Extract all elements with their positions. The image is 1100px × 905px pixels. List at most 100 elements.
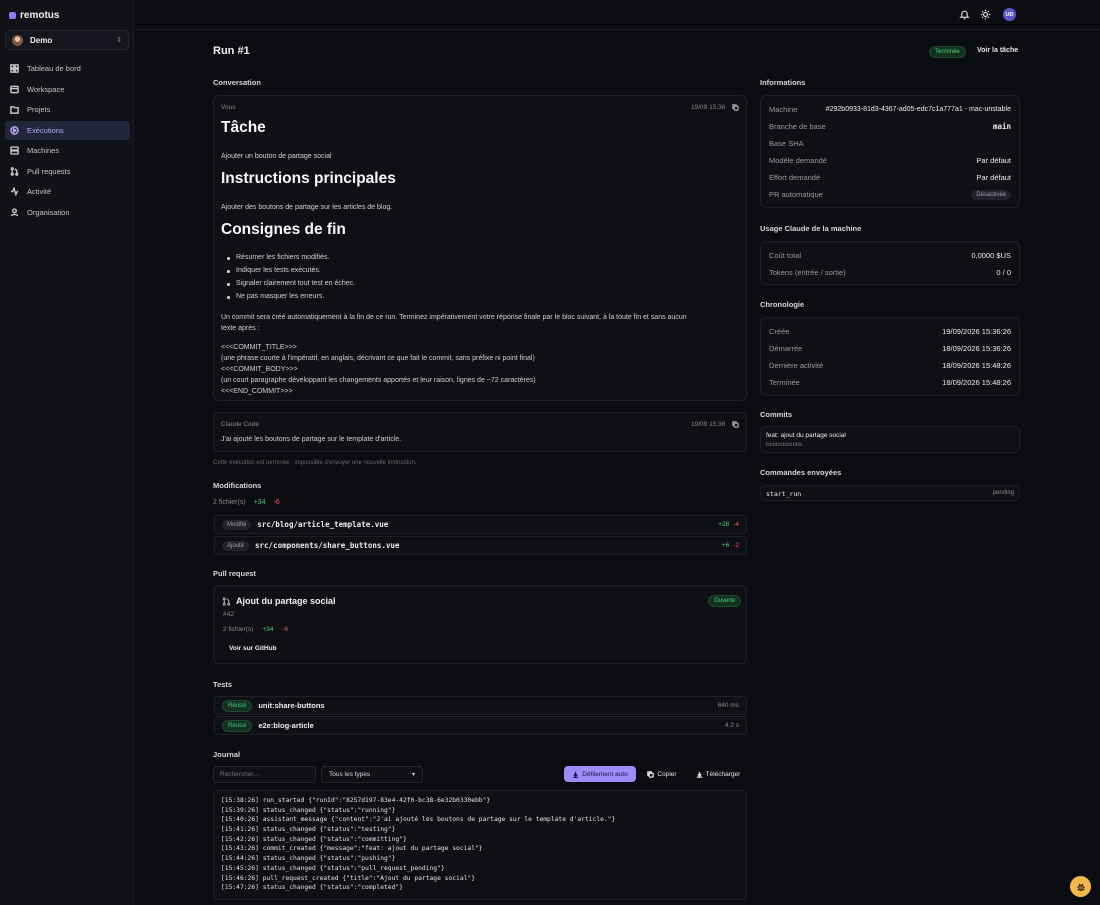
file-deletions: -4 xyxy=(733,521,739,528)
timeline-row-last-activity: Dernière activité 18/09/2026 15:48:26 xyxy=(769,357,1011,374)
usage-row-tokens: Tokens (entrée / sortie) 0 / 0 xyxy=(769,264,1011,281)
copy-button[interactable]: Copier xyxy=(643,766,681,782)
app-logo[interactable]: remotus xyxy=(9,10,59,21)
sidebar-item-label: Organisation xyxy=(27,207,70,217)
info-row-model: Modèle demandé Par défaut xyxy=(769,152,1011,169)
pull-request-icon xyxy=(10,166,19,176)
closed-note: Cette exécution est terminée : impossibl… xyxy=(213,460,417,466)
info-row-auto-pr: PR automatique Désactivée xyxy=(769,186,1011,203)
user-avatar[interactable]: UD xyxy=(1003,8,1016,21)
pr-files-count: 2 fichier(s) xyxy=(223,626,254,633)
info-row-effort: Effort demandé Par défaut xyxy=(769,169,1011,186)
download-icon xyxy=(696,771,702,778)
info-label: Branche de base xyxy=(769,122,826,131)
file-status-badge: Modifié xyxy=(222,519,252,530)
sidebar-item-dashboard[interactable]: Tableau de bord xyxy=(5,59,130,78)
sidebar-item-organization[interactable]: Organisation xyxy=(5,203,130,222)
sidebar-item-executions[interactable]: Exécutions xyxy=(5,120,130,140)
sidebar-item-projects[interactable]: Projets xyxy=(5,100,130,119)
info-row-machine: Machine #292b0933-81d3-4367-ad05-edc7c1a… xyxy=(769,101,1011,118)
pr-title[interactable]: Ajout du partage social xyxy=(236,596,336,606)
info-label: PR automatique xyxy=(769,190,823,199)
pr-number: #42 xyxy=(223,611,234,618)
info-value: main xyxy=(992,122,1011,131)
org-avatar xyxy=(12,34,23,46)
event-type-select[interactable]: Tous les types ▾ xyxy=(321,766,423,783)
activity-icon xyxy=(10,187,19,196)
test-row[interactable]: Réussi e2e:blog-article 4.2 s xyxy=(214,716,747,735)
org-name: Demo xyxy=(30,35,53,45)
sidebar-item-label: Exécutions xyxy=(27,125,64,135)
message-author: Vous xyxy=(221,104,236,111)
people-icon xyxy=(10,207,19,217)
chevron-up-down-icon: ⇕ xyxy=(116,37,122,44)
timeline-row-started: Démarrée 18/09/2026 15:36:26 xyxy=(769,340,1011,357)
log-line: [15:38:26] run_started {"runId":"8257d19… xyxy=(221,797,491,804)
auto-scroll-button[interactable]: Défilement auto xyxy=(564,766,636,782)
logo-mark-icon xyxy=(9,12,16,19)
event-type-select-value: Tous les types xyxy=(329,771,371,778)
sun-icon[interactable] xyxy=(980,9,991,20)
commit-block-line: (un court paragraphe développant les cha… xyxy=(221,377,536,384)
log-line: [15:44:26] status_changed {"status":"pus… xyxy=(221,855,396,863)
log-line: [15:46:26] pull_request_created {"title"… xyxy=(221,874,476,882)
view-task-link[interactable]: Voir la tâche xyxy=(977,47,1018,54)
timeline-label: Créée xyxy=(769,327,790,336)
sidebar-item-label: Projets xyxy=(27,105,51,114)
section-title-timeline: Chronologie xyxy=(760,300,805,309)
heading-end-instructions: Consignes de fin xyxy=(221,221,346,238)
informations-card: Machine #292b0933-81d3-4367-ad05-edc7c1a… xyxy=(760,95,1020,208)
info-label: Base SHA xyxy=(769,139,804,148)
download-button[interactable]: Télécharger xyxy=(690,766,746,782)
assistant-message-text: J'ai ajouté les boutons de partage sur l… xyxy=(221,436,402,443)
files-count: 2 fichier(s) xyxy=(213,499,246,506)
deletions-count: -6 xyxy=(273,499,280,506)
additions-count: +34 xyxy=(253,499,266,506)
commit-block-line: <<<END_COMMIT>>> xyxy=(221,388,293,395)
sidebar-item-machines[interactable]: Machines xyxy=(5,141,130,160)
info-value[interactable]: #292b0933-81d3-4367-ad05-edc7c1a777a1 - … xyxy=(826,106,1011,113)
message-time: 19/09 15:36 xyxy=(691,421,726,428)
sidebar-item-pull-requests[interactable]: Pull requests xyxy=(5,162,130,181)
page-title: Run #1 xyxy=(213,45,250,57)
test-status-badge: Réussi xyxy=(222,699,253,712)
list-item: Résumer les fichiers modifiés. xyxy=(226,254,330,261)
workspace-icon xyxy=(10,85,19,94)
commit-message: feat: ajout du partage social xyxy=(766,432,846,439)
sidebar-item-workspace[interactable]: Workspace xyxy=(5,80,130,99)
command-name: start_run xyxy=(766,490,802,498)
bug-report-button[interactable] xyxy=(1070,876,1091,897)
copy-icon[interactable] xyxy=(732,421,739,428)
tests-list: Réussi unit:share-buttons 640 ms Réussi … xyxy=(214,696,748,736)
file-additions: +6 xyxy=(721,542,730,549)
commit-block-line: (une phrase courte à l'impératif, en ang… xyxy=(221,355,535,362)
file-additions: +28 xyxy=(718,521,730,528)
list-item: Signaler clairement tout test en échec. xyxy=(226,280,356,287)
copy-icon[interactable] xyxy=(732,104,739,111)
sidebar-item-label: Machines xyxy=(27,146,60,155)
log-line: [15:47:26] status_changed {"status":"com… xyxy=(221,884,403,892)
commit-card[interactable]: feat: ajout du partage social bbbbbbbbbb… xyxy=(760,426,1020,453)
journal-search-input[interactable] xyxy=(213,766,316,783)
file-row[interactable]: Modifié src/blog/article_template.vue +2… xyxy=(214,515,747,534)
org-switcher[interactable]: Demo ⇕ xyxy=(5,30,129,50)
commit-instructions-line-2: texte après : xyxy=(221,325,260,332)
test-row[interactable]: Réussi unit:share-buttons 640 ms xyxy=(214,696,747,715)
info-value: Par défaut xyxy=(976,173,1011,182)
log-line: [15:45:26] status_changed {"status":"pul… xyxy=(221,864,445,872)
message-author: Claude Code xyxy=(221,421,259,428)
pull-request-card: Ajout du partage social Ouverte #42 2 fi… xyxy=(213,585,747,664)
view-on-github-button[interactable]: Voir sur GitHub xyxy=(229,645,277,652)
list-item: Ne pas masquer les erreurs. xyxy=(226,293,325,300)
section-title-conversation: Conversation xyxy=(213,78,261,87)
test-duration: 640 ms xyxy=(717,702,739,709)
journal-log[interactable]: [15:38:26] run_started {"runId":"8257d19… xyxy=(213,790,747,900)
file-row[interactable]: Ajouté src/components/share_buttons.vue … xyxy=(214,536,747,555)
server-icon xyxy=(10,146,19,155)
usage-row-cost: Coût total 0,0000 $US xyxy=(769,247,1011,264)
list-item: Indiquer les tests exécutés. xyxy=(227,267,321,274)
bell-icon[interactable] xyxy=(959,9,970,20)
sidebar-item-activity[interactable]: Activité xyxy=(5,182,130,201)
file-deletions: -2 xyxy=(733,542,739,549)
timeline-value: 18/09/2026 15:36:26 xyxy=(942,344,1011,353)
